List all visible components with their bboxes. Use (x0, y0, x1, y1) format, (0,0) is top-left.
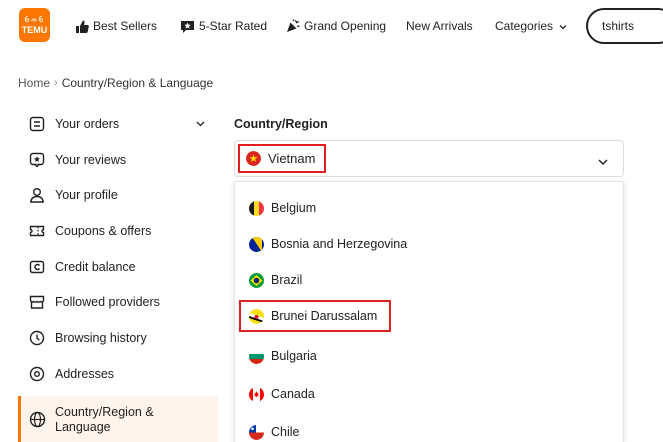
country-option[interactable]: Bosnia and Herzegovina (247, 231, 413, 257)
sidebar-item-label: Your reviews (55, 152, 127, 167)
temu-logo[interactable]: ꕃꕂꕃ TEMU (19, 8, 50, 42)
sidebar-item-coupons[interactable]: Coupons & offers (18, 213, 218, 249)
nav-best-sellers-label: Best Sellers (93, 19, 158, 33)
star-review-icon (180, 19, 195, 33)
chevron-down-icon[interactable] (195, 118, 206, 129)
country-option[interactable]: Bulgaria (247, 343, 323, 369)
country-option[interactable]: Belgium (247, 195, 322, 221)
coupon-icon (28, 222, 46, 240)
selected-country-label: Vietnam (268, 151, 316, 166)
nav-categories[interactable]: Categories (495, 17, 568, 35)
country-dropdown-list[interactable]: Belgium Bosnia and Herzegovina Brazil Br… (234, 181, 624, 442)
nav-new-arrivals[interactable]: New Arrivals (406, 17, 473, 35)
history-icon (28, 329, 46, 347)
sidebar-item-label: Credit balance (55, 259, 136, 274)
nav-best-sellers[interactable]: Best Sellers (74, 17, 157, 35)
sidebar-item-label: Addresses (55, 366, 115, 381)
profile-icon (28, 186, 46, 204)
top-nav: ꕃꕂꕃ TEMU Best Sellers 5-Star Rated Grand… (0, 0, 663, 55)
bosnia-flag-icon (249, 236, 264, 252)
country-option-highlighted[interactable]: Brunei Darussalam (239, 300, 392, 332)
country-option-label: Chile (271, 425, 300, 439)
chevron-down-icon (558, 21, 568, 31)
reviews-icon (28, 151, 46, 169)
sidebar-item-country-region[interactable]: Country/Region & Language (18, 395, 218, 442)
chile-flag-icon (249, 424, 264, 440)
country-option-label: Brunei Darussalam (271, 309, 378, 323)
credit-icon (28, 258, 46, 276)
account-sidebar: Your orders Your reviews Your profile Co… (18, 106, 218, 442)
country-option-label: Bulgaria (271, 349, 317, 363)
breadcrumb-current: Country/Region & Language (61, 76, 214, 90)
country-region-label: Country/Region (234, 117, 328, 131)
sidebar-item-label: Your profile (55, 188, 118, 203)
globe-icon (28, 411, 46, 429)
country-select[interactable]: Vietnam (234, 140, 624, 177)
location-icon (28, 365, 46, 383)
logo-text: TEMU (21, 25, 48, 35)
sidebar-item-addresses[interactable]: Addresses (18, 356, 218, 392)
nav-grand-opening-label: Grand Opening (304, 19, 387, 33)
sidebar-item-label: Followed providers (55, 295, 160, 310)
store-icon (28, 293, 46, 311)
breadcrumb: Home › Country/Region & Language (18, 76, 213, 90)
country-option[interactable]: Brazil (247, 267, 308, 293)
nav-grand-opening[interactable]: Grand Opening (285, 17, 386, 35)
logo-glyph: ꕃꕂꕃ (24, 15, 45, 24)
sidebar-item-label: Browsing history (55, 330, 147, 345)
search-input[interactable]: tshirts (586, 8, 663, 44)
search-input-value: tshirts (602, 19, 635, 33)
sidebar-item-label: Coupons & offers (55, 223, 152, 238)
country-option[interactable]: Canada (247, 381, 321, 407)
canada-flag-icon (249, 386, 264, 402)
country-option-label: Belgium (271, 201, 317, 215)
breadcrumb-home[interactable]: Home (18, 76, 50, 90)
thumbs-up-icon (74, 19, 89, 33)
sidebar-item-reviews[interactable]: Your reviews (18, 142, 218, 178)
sidebar-item-history[interactable]: Browsing history (18, 320, 218, 356)
country-option-label: Brazil (271, 273, 303, 287)
selected-country[interactable]: Vietnam (238, 144, 327, 173)
breadcrumb-separator: › (54, 77, 58, 89)
sidebar-item-label: Country/Region & Language (55, 404, 154, 434)
country-option-label: Canada (271, 387, 315, 401)
nav-five-star[interactable]: 5-Star Rated (180, 17, 267, 35)
chevron-down-icon (597, 154, 609, 165)
country-option[interactable]: Chile (247, 419, 306, 442)
bulgaria-flag-icon (249, 348, 264, 364)
vietnam-flag-icon (246, 151, 261, 166)
orders-icon (28, 115, 46, 133)
country-option-label: Bosnia and Herzegovina (271, 237, 408, 251)
nav-five-star-label: 5-Star Rated (199, 19, 268, 33)
sidebar-item-profile[interactable]: Your profile (18, 177, 218, 213)
belgium-flag-icon (249, 200, 264, 216)
brunei-flag-icon (249, 308, 264, 324)
nav-categories-label: Categories (495, 19, 554, 33)
sidebar-item-credit[interactable]: Credit balance (18, 249, 218, 285)
sidebar-item-orders[interactable]: Your orders (18, 106, 218, 142)
sidebar-item-followed[interactable]: Followed providers (18, 284, 218, 320)
sidebar-item-label: Your orders (55, 116, 120, 131)
brazil-flag-icon (249, 272, 264, 288)
party-popper-icon (285, 19, 300, 33)
nav-new-arrivals-label: New Arrivals (406, 19, 473, 33)
